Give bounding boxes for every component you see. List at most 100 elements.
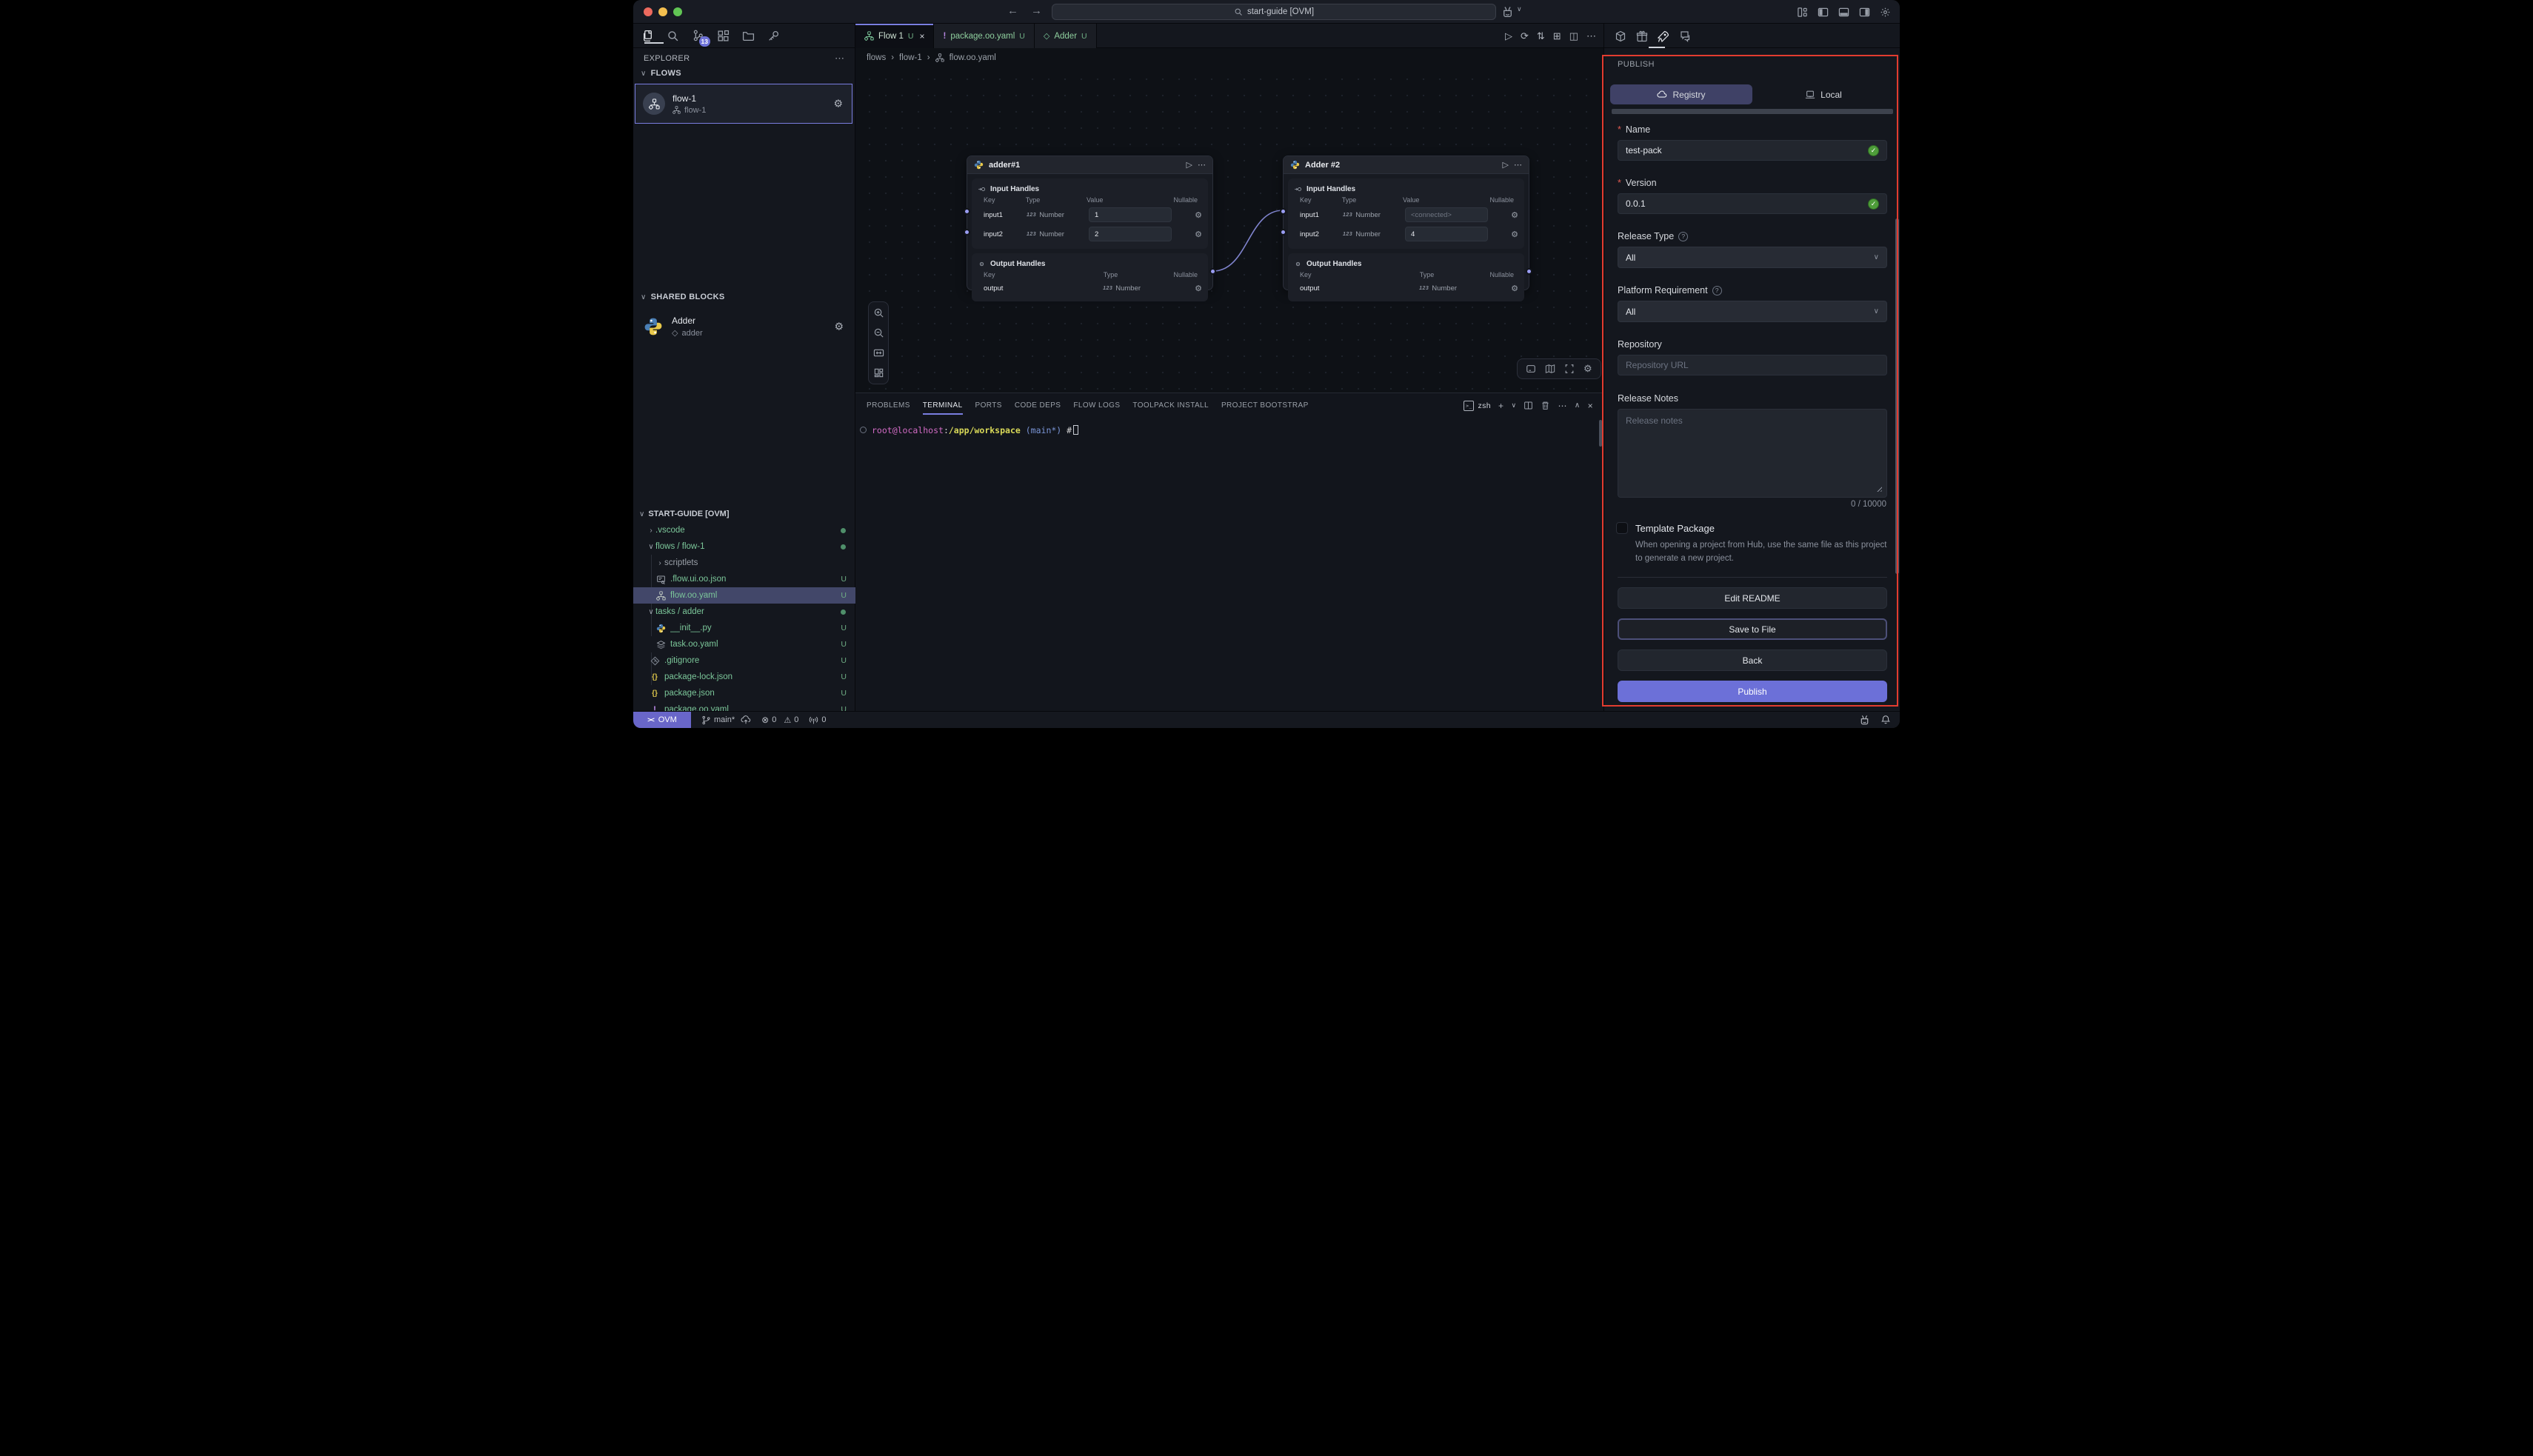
node-header[interactable]: adder#1 ▷ ⋯	[967, 156, 1212, 174]
shared-settings-gear-icon[interactable]: ⚙	[834, 321, 844, 333]
repository-url-input[interactable]	[1618, 355, 1887, 375]
command-center-search[interactable]: start-guide [OVM]	[1052, 4, 1496, 20]
gift-icon[interactable]	[1636, 30, 1648, 42]
breadcrumb-file[interactable]: flow.oo.yaml	[950, 53, 996, 62]
nav-forward-button[interactable]: →	[1031, 4, 1042, 17]
node-run-icon[interactable]: ▷	[1503, 160, 1509, 170]
help-icon[interactable]: ?	[1678, 232, 1688, 241]
tree-item-vscode[interactable]: › .vscode	[633, 522, 855, 538]
tab-code-deps[interactable]: CODE DEPS	[1015, 393, 1061, 418]
release-notes-textarea[interactable]	[1618, 409, 1887, 498]
source-control-activity-icon[interactable]: 13	[690, 29, 705, 44]
terminal-scrollbar[interactable]	[1599, 420, 1602, 447]
tab-toolpack-install[interactable]: TOOLPACK INSTALL	[1132, 393, 1209, 418]
tree-item-package-json[interactable]: {} package.json U	[633, 685, 855, 701]
tab-project-bootstrap[interactable]: PROJECT BOOTSTRAP	[1221, 393, 1309, 418]
flows-section-header[interactable]: ∨ FLOWS	[641, 69, 681, 78]
tree-item-flow-ui-oo-json[interactable]: .flow.ui.oo.json U	[633, 571, 855, 587]
tab-flow-1[interactable]: Flow 1 U ×	[855, 24, 934, 48]
ovm-logo-icon[interactable]	[1501, 6, 1514, 19]
minimize-window-button[interactable]	[658, 7, 667, 16]
new-terminal-icon[interactable]: +	[1498, 401, 1504, 411]
close-tab-icon[interactable]: ×	[919, 31, 924, 41]
comments-icon[interactable]	[1679, 30, 1691, 42]
nav-back-button[interactable]: ←	[1007, 4, 1018, 17]
input2-handle-dot[interactable]	[1280, 229, 1286, 236]
panel-toggle-icon[interactable]	[1526, 364, 1536, 374]
value-input[interactable]	[1089, 207, 1172, 222]
handle-gear-icon[interactable]: ⚙	[1511, 210, 1518, 220]
tab-terminal[interactable]: TERMINAL	[923, 393, 963, 418]
publish-button[interactable]: Publish	[1618, 681, 1887, 702]
explorer-activity-icon[interactable]	[640, 29, 655, 44]
tab-problems[interactable]: PROBLEMS	[867, 393, 910, 418]
compare-changes-icon[interactable]: ⇅	[1537, 30, 1545, 42]
node-more-icon[interactable]: ⋯	[1514, 160, 1522, 170]
back-button[interactable]: Back	[1618, 649, 1887, 671]
toggle-panel-icon[interactable]	[1838, 7, 1849, 18]
tree-item-flow-oo-yaml[interactable]: flow.oo.yaml U	[633, 587, 855, 604]
name-input[interactable]	[1618, 140, 1887, 161]
panel-scrollbar[interactable]	[1895, 218, 1899, 574]
shell-selector[interactable]: >_ zsh	[1464, 401, 1491, 411]
node-more-icon[interactable]: ⋯	[1198, 160, 1206, 170]
search-activity-icon[interactable]	[665, 29, 680, 44]
chevron-down-icon[interactable]: ∨	[1517, 5, 1522, 13]
input1-handle-dot[interactable]	[964, 208, 970, 215]
tree-item-gitignore[interactable]: .gitignore U	[633, 652, 855, 669]
node-adder-2[interactable]: Adder #2 ▷ ⋯ Input Handles Key	[1283, 156, 1529, 290]
customize-layout-icon[interactable]	[1797, 7, 1808, 18]
tree-item-scriptlets[interactable]: › scriptlets	[633, 555, 855, 571]
keys-activity-icon[interactable]	[766, 29, 781, 44]
breadcrumb-flows[interactable]: flows	[867, 53, 886, 62]
tab-adder[interactable]: ◇ Adder U	[1035, 24, 1097, 48]
tree-item-task-oo-yaml[interactable]: task.oo.yaml U	[633, 636, 855, 652]
value-input[interactable]	[1405, 227, 1488, 241]
extensions-activity-icon[interactable]	[715, 29, 730, 44]
edit-readme-button[interactable]: Edit README	[1618, 587, 1887, 609]
breadcrumb-flow-1[interactable]: flow-1	[899, 53, 922, 62]
zoom-out-icon[interactable]	[873, 327, 884, 338]
close-window-button[interactable]	[644, 7, 653, 16]
split-terminal-icon[interactable]	[1524, 401, 1533, 410]
handle-gear-icon[interactable]: ⚙	[1195, 284, 1202, 293]
notifications-bell-icon[interactable]	[1880, 715, 1891, 725]
output-handle-dot[interactable]	[1526, 268, 1532, 275]
node-adder-1[interactable]: adder#1 ▷ ⋯ Input Handles Key T	[967, 156, 1213, 290]
fit-view-icon[interactable]	[873, 347, 884, 358]
auto-layout-icon[interactable]	[873, 367, 884, 378]
rerun-icon[interactable]: ⟳	[1521, 30, 1529, 42]
minimap-icon[interactable]	[1545, 364, 1555, 374]
output-handle-dot[interactable]	[1209, 268, 1216, 275]
save-to-file-button[interactable]: Save to File	[1618, 618, 1887, 640]
release-type-select[interactable]: All ∨	[1618, 247, 1887, 268]
ports-indicator[interactable]: 0	[809, 715, 826, 725]
open-changes-icon[interactable]: ⊞	[1553, 30, 1561, 42]
toggle-secondary-sidebar-icon[interactable]	[1859, 7, 1870, 18]
tree-item-package-lock-json[interactable]: {} package-lock.json U	[633, 669, 855, 685]
shared-block-item[interactable]: Adder ◇ adder ⚙	[635, 309, 852, 344]
value-input[interactable]	[1089, 227, 1172, 241]
branch-indicator[interactable]: main*	[701, 715, 751, 725]
tree-item-tasks-adder[interactable]: ∨ tasks / adder	[633, 604, 855, 620]
maximize-window-button[interactable]	[673, 7, 682, 16]
value-input-connected[interactable]	[1405, 207, 1488, 222]
terminal-dropdown-icon[interactable]: ∨	[1511, 401, 1516, 410]
help-icon[interactable]: ?	[1712, 286, 1722, 295]
platform-requirement-select[interactable]: All ∨	[1618, 301, 1887, 322]
flow-list-item[interactable]: flow-1 flow-1 ⚙	[635, 84, 852, 124]
maximize-panel-icon[interactable]: ∧	[1575, 401, 1581, 410]
node-run-icon[interactable]: ▷	[1187, 160, 1192, 170]
toggle-sidebar-icon[interactable]	[1818, 7, 1829, 18]
handle-gear-icon[interactable]: ⚙	[1511, 230, 1518, 239]
node-header[interactable]: Adder #2 ▷ ⋯	[1284, 156, 1529, 174]
run-flow-icon[interactable]: ▷	[1505, 30, 1512, 42]
package-cube-icon[interactable]	[1615, 30, 1626, 42]
shared-blocks-section-header[interactable]: ∨ SHARED BLOCKS	[641, 293, 724, 301]
version-input[interactable]	[1618, 193, 1887, 214]
template-package-checkbox[interactable]	[1616, 522, 1628, 534]
explorer-more-icon[interactable]: ⋯	[835, 53, 844, 64]
zoom-in-icon[interactable]	[873, 307, 884, 318]
terminal-more-icon[interactable]: ⋯	[1558, 401, 1566, 411]
more-actions-icon[interactable]: ⋯	[1586, 30, 1596, 42]
